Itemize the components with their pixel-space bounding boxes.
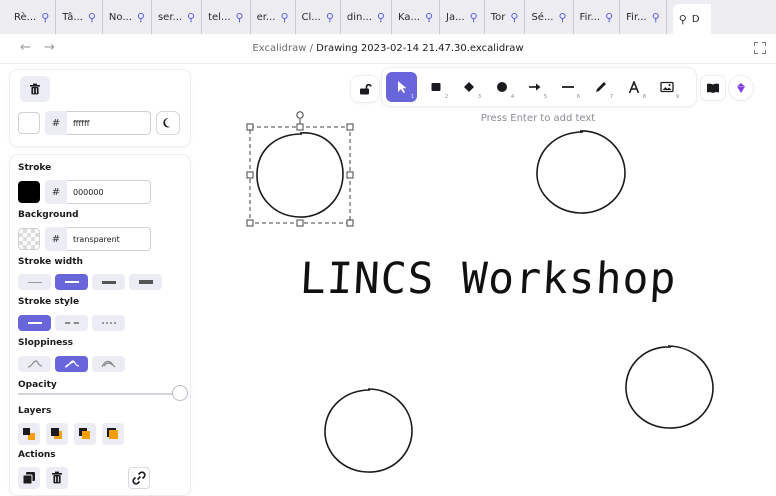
ellipse-bottom-right[interactable] (625, 345, 714, 429)
drawing-canvas[interactable]: LINCS Workshop (0, 0, 776, 496)
ellipse-top-right[interactable] (536, 130, 626, 214)
canvas-shapes (246, 111, 714, 473)
selected-ellipse[interactable] (256, 132, 344, 218)
ellipse-bottom-left[interactable] (324, 388, 413, 473)
rotation-handle[interactable] (296, 111, 304, 119)
canvas-text-element[interactable]: LINCS Workshop (299, 254, 678, 304)
resize-handles[interactable] (246, 123, 354, 227)
